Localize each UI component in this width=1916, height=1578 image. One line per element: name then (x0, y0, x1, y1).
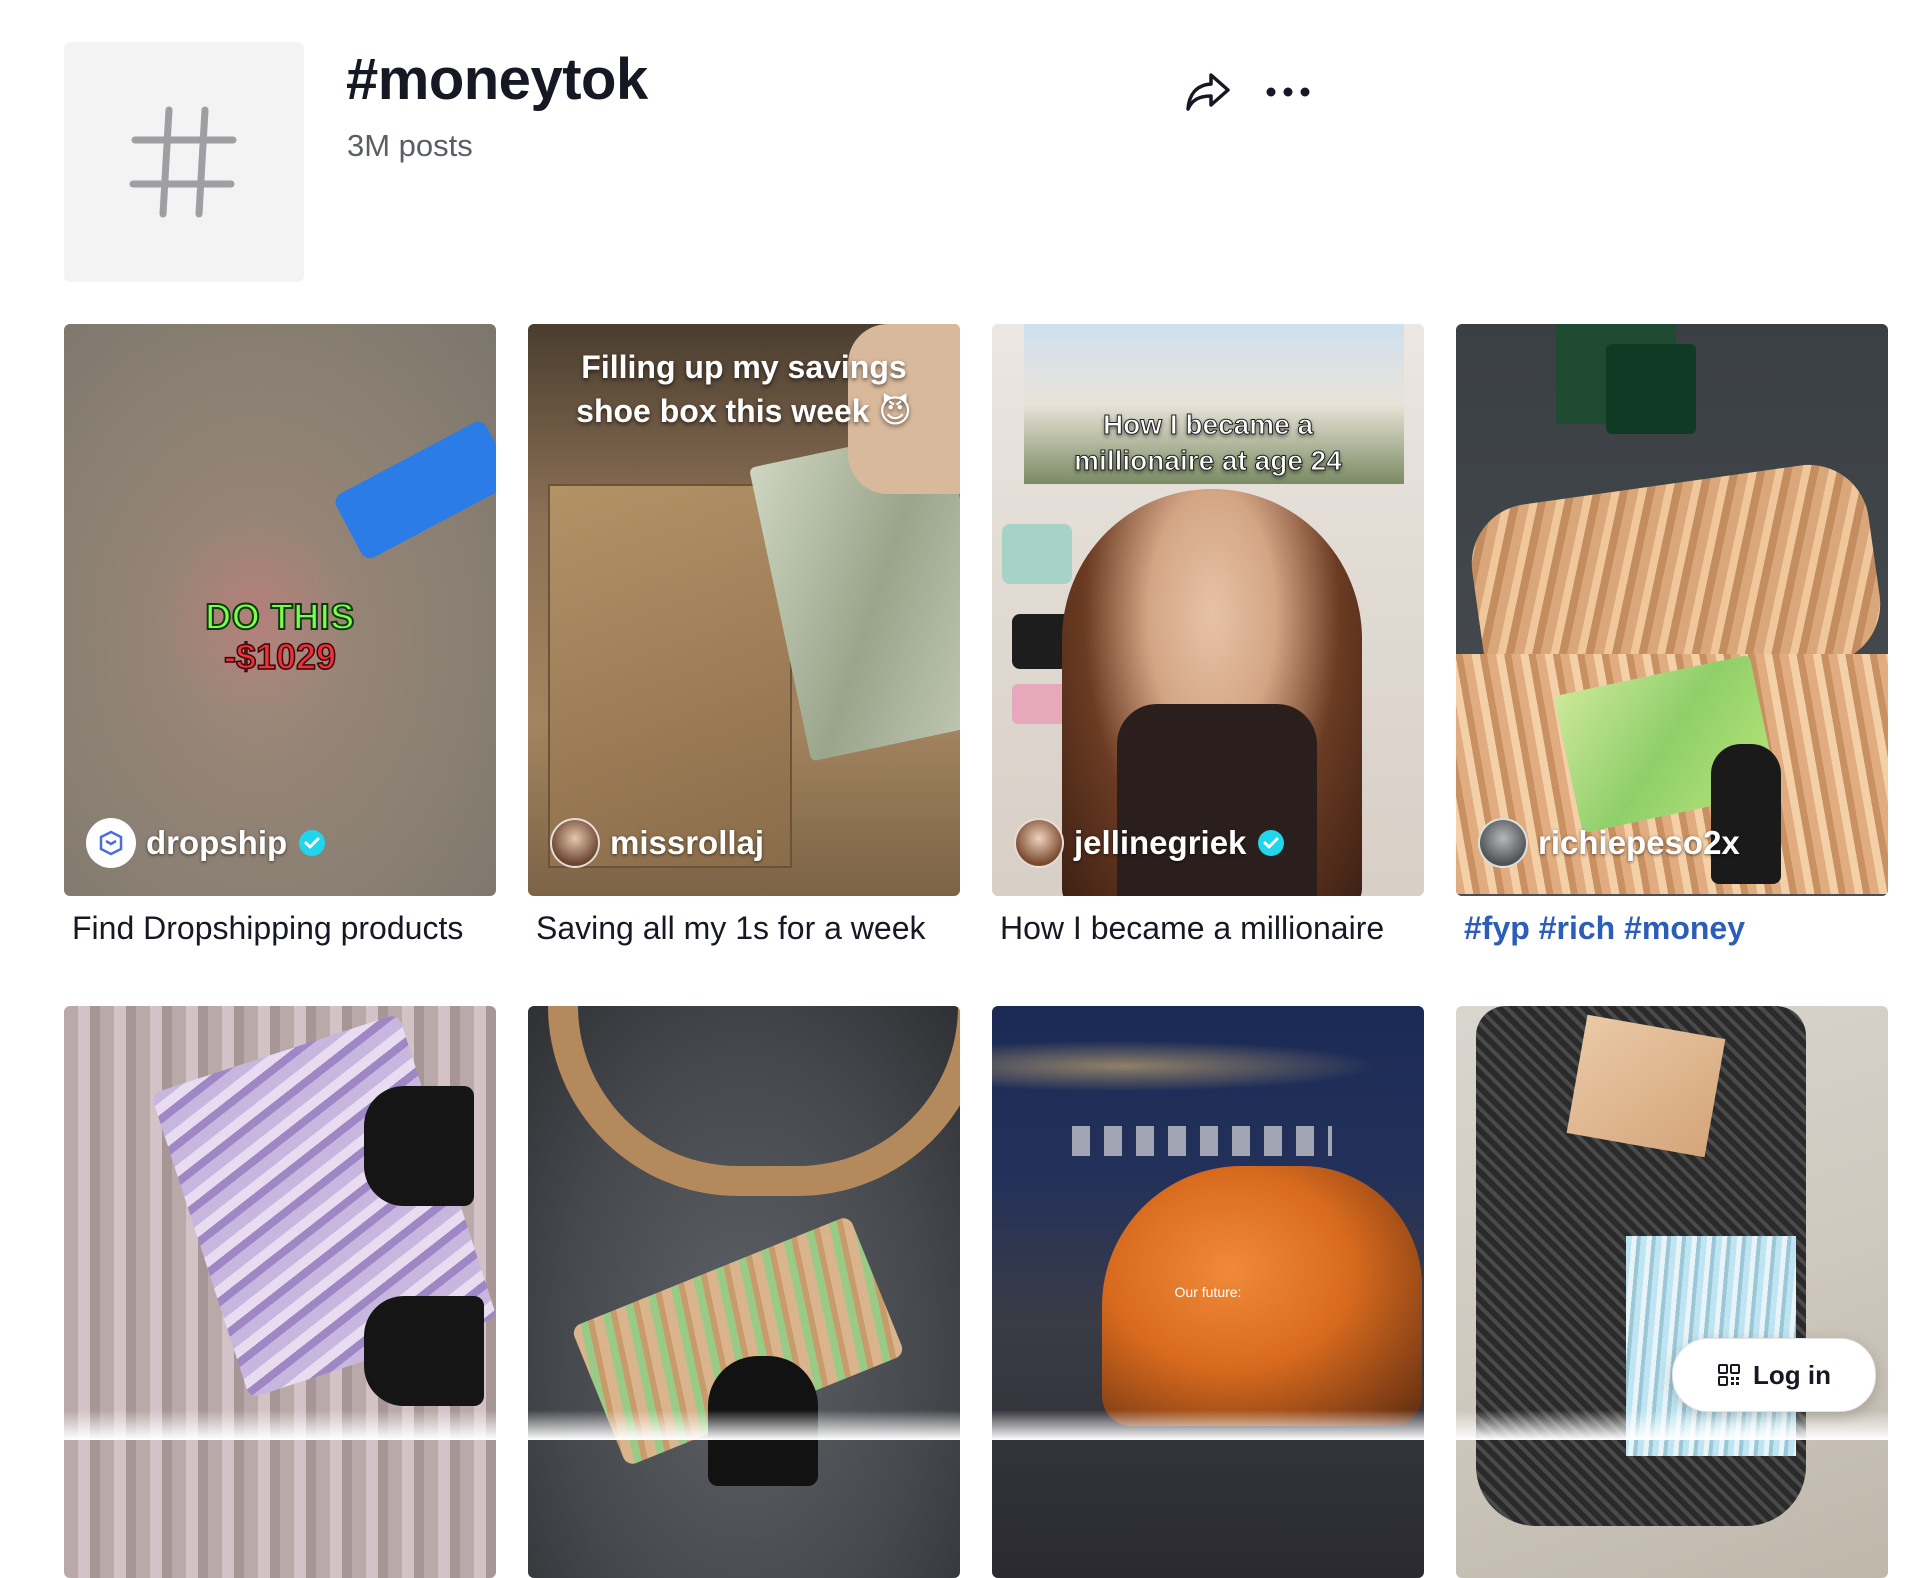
post-count: 3M posts (347, 128, 473, 163)
video-card[interactable] (64, 1006, 496, 1578)
video-thumbnail[interactable]: richiepeso2x (1456, 324, 1888, 896)
avatar (1014, 818, 1064, 868)
city-lights (992, 1036, 1424, 1096)
video-thumbnail[interactable]: How I became a millionaire at age 24 jel… (992, 324, 1424, 896)
video-author[interactable]: dropship (86, 818, 327, 868)
money-arc (548, 1006, 960, 1196)
gloved-hand (364, 1296, 484, 1406)
verified-badge-icon (1258, 830, 1285, 856)
overlay-text-line2: shoe box this week 😈 (576, 393, 912, 429)
video-card[interactable]: Filling up my savings shoe box this week… (528, 324, 960, 947)
video-card[interactable]: DO THIS -$1029 dropship Find Dropshippin… (64, 324, 496, 947)
hashtag-icon (129, 106, 237, 218)
share-button[interactable] (1182, 66, 1234, 118)
more-icon (1266, 87, 1310, 97)
login-button[interactable]: Log in (1672, 1338, 1876, 1412)
qr-code-icon (1718, 1364, 1740, 1386)
euro-notes (1566, 1014, 1726, 1158)
video-thumbnail[interactable] (528, 1006, 960, 1578)
video-caption-hashtags[interactable]: #fyp #rich #money (1456, 910, 1888, 947)
video-author[interactable]: missrollaj (550, 818, 764, 868)
login-label: Log in (1753, 1359, 1831, 1390)
video-thumbnail[interactable]: Filling up my savings shoe box this week… (528, 324, 960, 896)
overlay-text-line1: Filling up my savings (581, 349, 907, 385)
overlay-text-line1: DO THIS (204, 595, 355, 638)
video-card[interactable] (528, 1006, 960, 1578)
blue-cup (332, 418, 496, 562)
video-author[interactable]: richiepeso2x (1478, 818, 1740, 868)
handbag (1002, 524, 1072, 584)
overlay-text-small: Our future: (1174, 1284, 1242, 1300)
bottom-fade (0, 1410, 1916, 1440)
video-thumbnail[interactable] (64, 1006, 496, 1578)
video-card[interactable]: richiepeso2x #fyp #rich #money (1456, 324, 1888, 947)
video-caption[interactable]: Saving all my 1s for a week (528, 910, 960, 947)
avatar (86, 818, 136, 868)
overlay-text-line1: How I became a (1102, 409, 1314, 441)
video-thumbnail[interactable]: Our future: (992, 1006, 1424, 1578)
video-thumbnail[interactable] (1456, 1006, 1888, 1578)
avatar (1478, 818, 1528, 868)
crosswalk (1072, 1126, 1332, 1156)
page-title: #moneytok (346, 47, 648, 112)
watch-box (1606, 344, 1696, 434)
overlay-text-line2: -$1029 (223, 635, 337, 678)
shoe-box (548, 484, 792, 868)
video-card[interactable]: How I became a millionaire at age 24 jel… (992, 324, 1424, 947)
author-name: dropship (146, 824, 288, 861)
video-caption[interactable]: Find Dropshipping products (64, 910, 496, 947)
author-name: richiepeso2x (1538, 824, 1740, 861)
gloved-hand (364, 1086, 474, 1206)
author-name: jellinegriek (1074, 824, 1247, 861)
video-caption[interactable]: How I became a millionaire (992, 910, 1424, 947)
video-card[interactable] (1456, 1006, 1888, 1578)
video-thumbnail[interactable]: DO THIS -$1029 dropship (64, 324, 496, 896)
hashtag-avatar (64, 42, 304, 282)
avatar (550, 818, 600, 868)
verified-badge-icon (299, 830, 326, 856)
hashtag-header: #moneytok 3M posts (64, 42, 1354, 282)
video-card[interactable]: Our future: (992, 1006, 1424, 1578)
video-author[interactable]: jellinegriek (1014, 818, 1286, 868)
share-icon (1186, 73, 1230, 111)
overlay-text-line2: millionaire at age 24 (1074, 445, 1343, 477)
author-name: missrollaj (610, 824, 765, 861)
more-options-button[interactable] (1262, 66, 1314, 118)
dropship-logo-icon (99, 830, 123, 856)
